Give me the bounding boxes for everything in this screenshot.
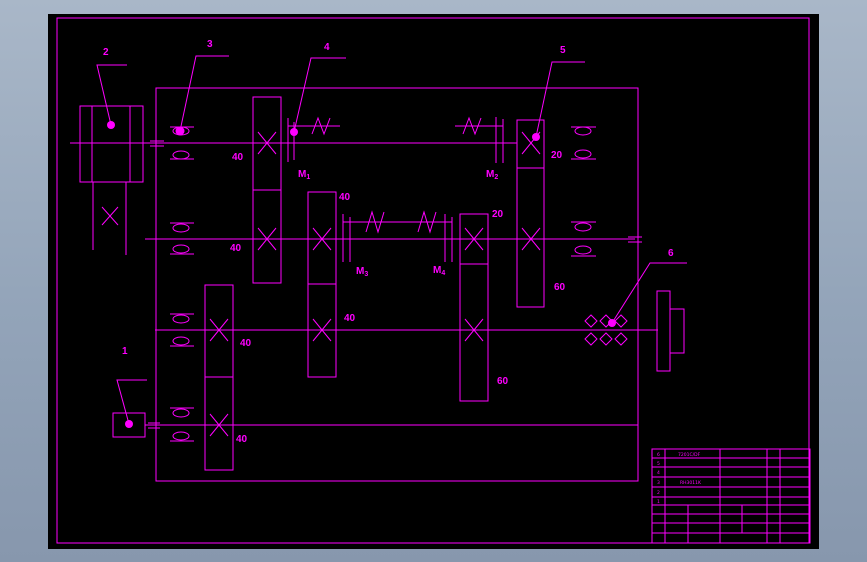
drawing-area: 1 2 3 4 5 6 40 40 40 40 40 40 20 20 60 6… [48, 14, 819, 549]
gearbox-schematic: 1 2 3 4 5 6 40 40 40 40 40 40 20 20 60 6… [56, 17, 811, 544]
callout-3: 3 [207, 39, 213, 50]
tb-row-no: 4 [657, 470, 660, 476]
teeth-label: 20 [551, 150, 563, 161]
teeth-label: 40 [240, 338, 252, 349]
tb-row-no: 6 [657, 452, 660, 458]
tb-part-code: 7201C/DF [678, 452, 701, 458]
teeth-label: 40 [230, 243, 242, 254]
teeth-label: 60 [497, 376, 509, 387]
clutch-label-m1: M1 [298, 169, 310, 181]
gear-shaft2-40-upper [252, 189, 282, 284]
gear-shaft3-60 [459, 263, 489, 402]
teeth-label: 40 [232, 152, 244, 163]
gear-shaft4-40 [204, 376, 234, 471]
clutch-label-m2: M2 [486, 169, 498, 181]
title-block [651, 448, 811, 544]
tb-part-code: RH3011K [680, 480, 702, 486]
tb-row-no: 1 [657, 499, 660, 505]
clutch-label-m4: M4 [433, 265, 445, 277]
gear-shaft2-60 [516, 167, 545, 308]
leader-lines [96, 55, 687, 425]
callout-6: 6 [668, 248, 674, 259]
callout-2: 2 [103, 47, 109, 58]
gear-shaft2-40-mid [307, 191, 337, 285]
callout-5: 5 [560, 45, 566, 56]
callout-4: 4 [324, 42, 330, 53]
clutch-m3 [342, 210, 405, 262]
tb-row-no: 2 [657, 490, 660, 496]
drawing-border [56, 17, 810, 544]
teeth-label: 40 [339, 192, 351, 203]
output-spindle [656, 290, 685, 372]
tb-row-no: 5 [657, 461, 660, 467]
gear-shaft1-20 [516, 119, 545, 169]
clutch-m2 [455, 116, 504, 163]
gear-shaft3-40-left [204, 284, 234, 378]
teeth-label: 20 [492, 209, 504, 220]
tb-row-no: 3 [657, 480, 660, 486]
teeth-label: 40 [236, 434, 248, 445]
clutch-m4 [405, 210, 453, 262]
clutch-label-m3: M3 [356, 266, 368, 278]
teeth-label: 40 [344, 313, 356, 324]
bearing [571, 126, 596, 160]
teeth-label: 60 [554, 282, 566, 293]
callout-1: 1 [122, 346, 128, 357]
